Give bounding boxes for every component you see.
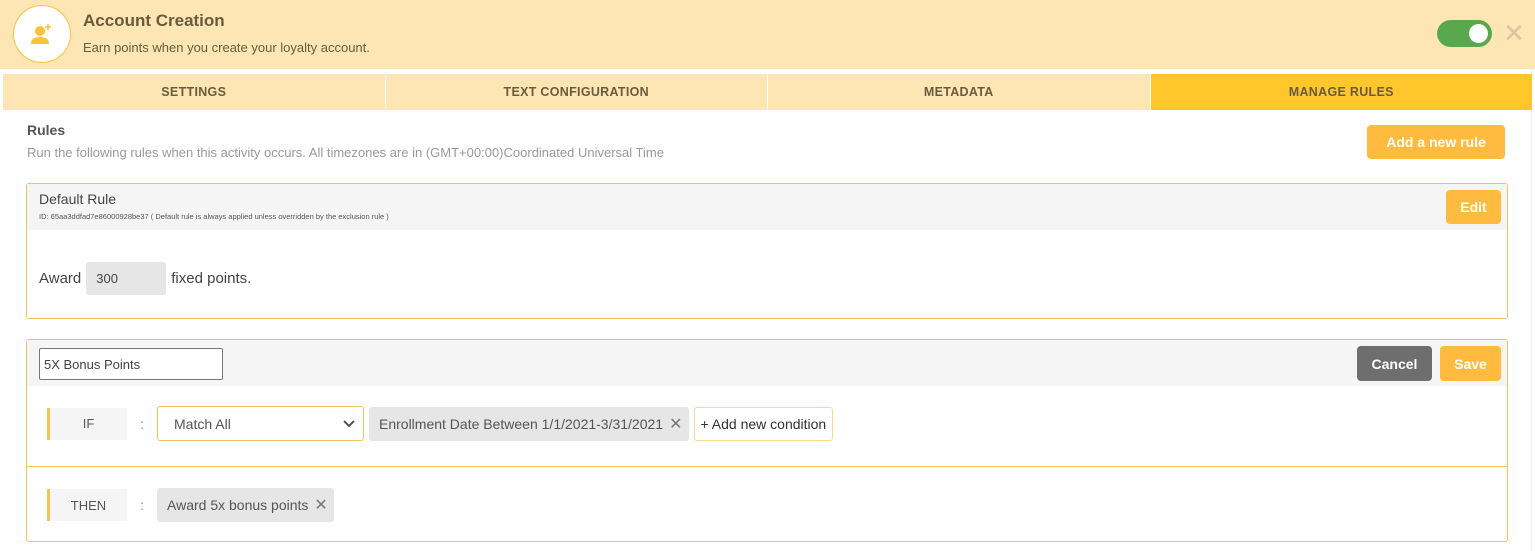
condition-chip: Enrollment Date Between 1/1/2021-3/31/20… <box>369 406 689 441</box>
remove-action-icon[interactable]: ✕ <box>314 495 327 515</box>
chevron-down-icon <box>343 419 355 427</box>
rules-description: Run the following rules when this activi… <box>27 145 664 160</box>
add-new-condition-button[interactable]: + Add new condition <box>693 406 834 441</box>
default-rule-header: Default Rule ID: 65aa3ddfad7e86000928be3… <box>27 184 1507 230</box>
activity-subtitle: Earn points when you create your loyalty… <box>83 40 370 55</box>
award-suffix: fixed points. <box>171 270 252 287</box>
activity-enabled-toggle[interactable] <box>1437 20 1492 47</box>
default-rule-card: Default Rule ID: 65aa3ddfad7e86000928be3… <box>26 183 1508 319</box>
tab-bar: SETTINGS TEXT CONFIGURATION METADATA MAN… <box>3 74 1532 110</box>
edit-rule-button[interactable]: Edit <box>1446 190 1501 224</box>
user-plus-icon <box>31 24 51 44</box>
then-colon: : <box>140 497 144 513</box>
activity-header: Account Creation Earn points when you cr… <box>0 0 1535 69</box>
then-row: THEN : Award 5x bonus points ✕ <box>47 488 334 522</box>
if-row: IF : Match All Enrollment Date Between 1… <box>47 406 834 441</box>
default-rule-name: Default Rule <box>39 191 117 207</box>
rule-name-input[interactable] <box>39 348 223 380</box>
match-type-select[interactable]: Match All <box>157 406 364 441</box>
tab-metadata[interactable]: METADATA <box>768 74 1151 110</box>
tab-text-configuration[interactable]: TEXT CONFIGURATION <box>385 74 768 110</box>
match-type-value: Match All <box>174 415 231 432</box>
action-chip: Award 5x bonus points ✕ <box>157 488 334 522</box>
activity-title: Account Creation <box>83 11 225 30</box>
if-label: IF <box>47 407 127 440</box>
then-label: THEN <box>47 489 127 521</box>
close-icon[interactable]: ✕ <box>1502 18 1526 48</box>
activity-avatar <box>13 5 71 63</box>
save-button[interactable]: Save <box>1440 346 1501 381</box>
toggle-knob <box>1469 24 1488 43</box>
tab-settings[interactable]: SETTINGS <box>3 74 386 110</box>
bonus-rule-card: Cancel Save IF : Match All Enrollment Da… <box>26 339 1508 542</box>
tab-manage-rules[interactable]: MANAGE RULES <box>1150 74 1532 110</box>
award-prefix: Award <box>39 270 82 287</box>
if-then-divider <box>27 466 1507 467</box>
page: Account Creation Earn points when you cr… <box>0 0 1535 551</box>
points-input[interactable] <box>86 262 167 295</box>
cancel-button[interactable]: Cancel <box>1357 346 1432 381</box>
rules-heading: Rules <box>27 122 66 138</box>
remove-condition-icon[interactable]: ✕ <box>669 414 682 434</box>
award-row: Award fixed points. <box>39 262 251 295</box>
default-rule-id: ID: 65aa3ddfad7e86000928be37 ( Default r… <box>39 212 389 221</box>
bonus-rule-header: Cancel Save <box>27 340 1507 386</box>
action-text: Award 5x bonus points <box>167 497 309 513</box>
condition-text: Enrollment Date Between 1/1/2021-3/31/20… <box>379 415 664 432</box>
if-colon: : <box>140 415 144 432</box>
add-new-rule-button[interactable]: Add a new rule <box>1367 125 1505 159</box>
